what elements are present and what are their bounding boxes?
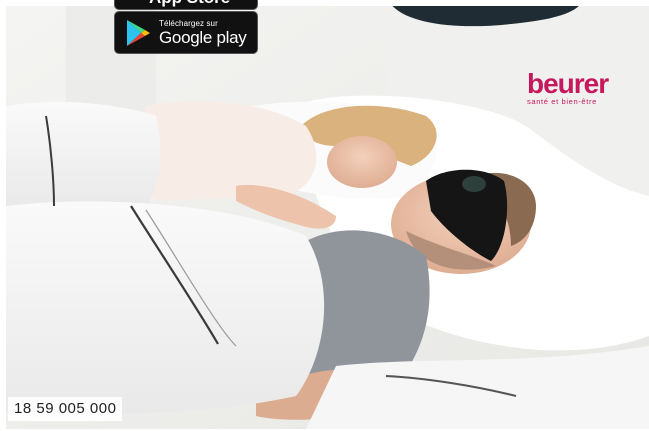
phone-number: 18 59 005 000 <box>8 397 123 421</box>
google-play-small-text: Téléchargez sur <box>159 18 218 28</box>
logo-word: beurer <box>527 68 609 99</box>
logo-tagline: santé et bien-être <box>527 97 597 106</box>
google-play-badge[interactable]: Téléchargez sur Google play <box>114 11 258 54</box>
app-store-badge[interactable]: App Store <box>114 0 258 10</box>
google-play-icon <box>127 19 150 46</box>
app-store-label: App Store <box>149 0 230 8</box>
beurer-logo: beurer santé et bien-être <box>527 68 623 107</box>
google-play-large-text: Google play <box>159 27 247 47</box>
